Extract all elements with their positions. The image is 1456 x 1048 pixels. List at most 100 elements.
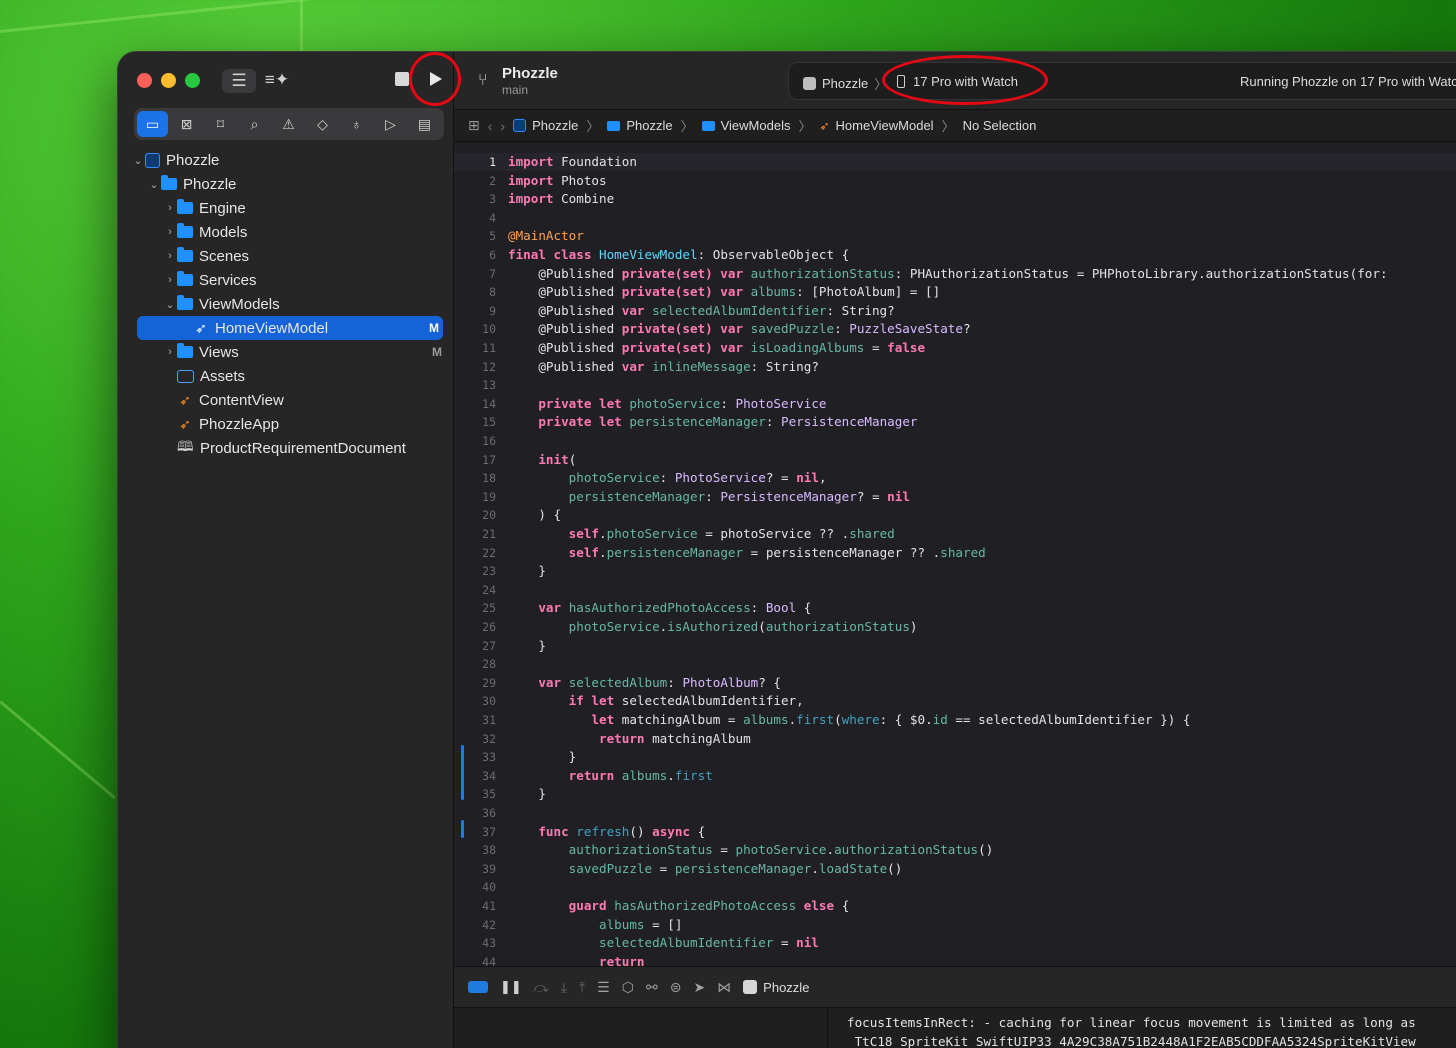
line-number[interactable]: 1 [454,153,496,171]
destination-selector[interactable]: 17 Pro with Watch [897,74,1018,89]
code-line[interactable]: 42 albums = [] [454,916,1456,934]
tree-item[interactable]: ⌄ Phozzle [118,172,454,196]
line-number[interactable]: 11 [454,339,496,357]
line-number[interactable]: 30 [454,692,496,710]
code-line[interactable]: 18 photoService: PhotoService? = nil, [454,469,1456,487]
line-number[interactable]: 39 [454,860,496,878]
grid-icon[interactable]: ⊞ [468,117,480,134]
code-line[interactable]: 2 import Photos [454,172,1456,190]
tree-item[interactable]: ⌄ Phozzle [118,148,454,172]
run-button[interactable] [422,66,448,92]
tab-breakpoints[interactable]: ▷ [375,111,406,137]
line-number[interactable]: 12 [454,358,496,376]
tree-item[interactable]: › Models [118,220,454,244]
code-line[interactable]: 26 photoService.isAuthorized(authorizati… [454,618,1456,636]
tree-item[interactable]: › Views M [118,340,454,364]
line-number[interactable]: 17 [454,451,496,469]
code-line[interactable]: 21 self.photoService = photoService ?? .… [454,525,1456,543]
line-number[interactable]: 36 [454,804,496,822]
line-number[interactable]: 5 [454,227,496,245]
line-number[interactable]: 38 [454,841,496,859]
tree-item[interactable]: Assets [118,364,454,388]
close-window-button[interactable] [137,73,152,88]
code-line[interactable]: 12 @Published var inlineMessage: String? [454,358,1456,376]
code-line[interactable]: 30 if let selectedAlbumIdentifier, [454,692,1456,710]
line-number[interactable]: 3 [454,190,496,208]
code-line[interactable]: 11 @Published private(set) var isLoading… [454,339,1456,357]
tree-item[interactable]: ➶ HomeViewModel M [137,316,443,340]
code-line[interactable]: 4 [454,209,1456,227]
tree-item[interactable]: ➶ ContentView [118,388,454,412]
line-number[interactable]: 14 [454,395,496,413]
code-line[interactable]: 39 savedPuzzle = persistenceManager.load… [454,860,1456,878]
step-into-icon[interactable]: ⤓ [561,979,567,996]
breadcrumb-group[interactable]: Phozzle [607,118,673,133]
line-number[interactable]: 19 [454,488,496,506]
code-line[interactable]: 10 @Published private(set) var savedPuzz… [454,320,1456,338]
code-line[interactable]: 15 private let persistenceManager: Persi… [454,413,1456,431]
line-number[interactable]: 25 [454,599,496,617]
code-line[interactable]: 35 } [454,785,1456,803]
line-number[interactable]: 33 [454,748,496,766]
code-line[interactable]: 41 guard hasAuthorizedPhotoAccess else { [454,897,1456,915]
project-title[interactable]: Phozzle [502,65,558,82]
line-number[interactable]: 32 [454,730,496,748]
line-number[interactable]: 37 [454,823,496,841]
pause-button[interactable]: ❚❚ [500,979,522,995]
code-line[interactable]: 29 var selectedAlbum: PhotoAlbum? { [454,674,1456,692]
chevron-right-icon[interactable]: › [163,250,177,262]
line-number[interactable]: 15 [454,413,496,431]
line-number[interactable]: 44 [454,953,496,966]
line-number[interactable]: 24 [454,581,496,599]
console-output[interactable]: focusItemsInRect: - caching for linear f… [829,1009,1456,1048]
line-number[interactable]: 16 [454,432,496,450]
code-line[interactable]: 34 return albums.first [454,767,1456,785]
tab-source-control[interactable]: ⊠ [171,111,202,137]
line-number[interactable]: 28 [454,655,496,673]
line-number[interactable]: 27 [454,637,496,655]
line-number[interactable]: 42 [454,916,496,934]
line-number[interactable]: 22 [454,544,496,562]
chevron-right-icon[interactable]: › [163,202,177,214]
line-number[interactable]: 35 [454,785,496,803]
assistant-button[interactable]: ≡✦ [262,67,292,93]
code-line[interactable]: 28 [454,655,1456,673]
step-over-icon[interactable]: ⤼ [534,979,549,996]
sidebar-toggle-button[interactable]: ☰ [222,69,256,93]
code-line[interactable]: 36 [454,804,1456,822]
code-line[interactable]: 14 private let photoService: PhotoServic… [454,395,1456,413]
line-number[interactable]: 6 [454,246,496,264]
code-line[interactable]: 6 final class HomeViewModel: ObservableOb… [454,246,1456,264]
toggle-icon[interactable]: ⊜ [670,979,682,996]
step-out-icon[interactable]: ⤒ [579,979,585,996]
line-number[interactable]: 41 [454,897,496,915]
breadcrumb-folder[interactable]: ViewModels [701,118,790,133]
tab-tests[interactable]: ◇ [307,111,338,137]
code-line[interactable]: 17 init( [454,451,1456,469]
location-icon[interactable]: ➤ [693,979,705,996]
code-line[interactable]: 9 @Published var selectedAlbumIdentifier… [454,302,1456,320]
tab-debug[interactable]: ♁ [341,111,372,137]
breadcrumb-symbol[interactable]: No Selection [963,118,1037,133]
chevron-right-icon[interactable]: › [163,274,177,286]
line-number[interactable]: 40 [454,878,496,896]
line-number[interactable]: 23 [454,562,496,580]
tab-reports[interactable]: ▤ [409,111,440,137]
branch-name[interactable]: main [502,83,528,97]
chevron-right-icon[interactable]: › [163,226,177,238]
line-number[interactable]: 29 [454,674,496,692]
tab-project-navigator[interactable]: ▭ [137,111,168,137]
code-line[interactable]: 44 return [454,953,1456,966]
back-button[interactable]: ‹ [488,118,493,134]
stop-button[interactable] [395,72,409,86]
environment-icon[interactable]: ⚯ [646,979,658,996]
scheme-selector[interactable]: Phozzle 〉 [803,74,887,93]
breadcrumb-project[interactable]: Phozzle [513,118,578,133]
code-line[interactable]: 24 [454,581,1456,599]
tab-issues[interactable]: ⚠ [273,111,304,137]
chevron-down-icon[interactable]: ⌄ [147,178,161,191]
line-number[interactable]: 43 [454,934,496,952]
zoom-window-button[interactable] [185,73,200,88]
variables-view[interactable] [454,1009,828,1048]
line-number[interactable]: 18 [454,469,496,487]
